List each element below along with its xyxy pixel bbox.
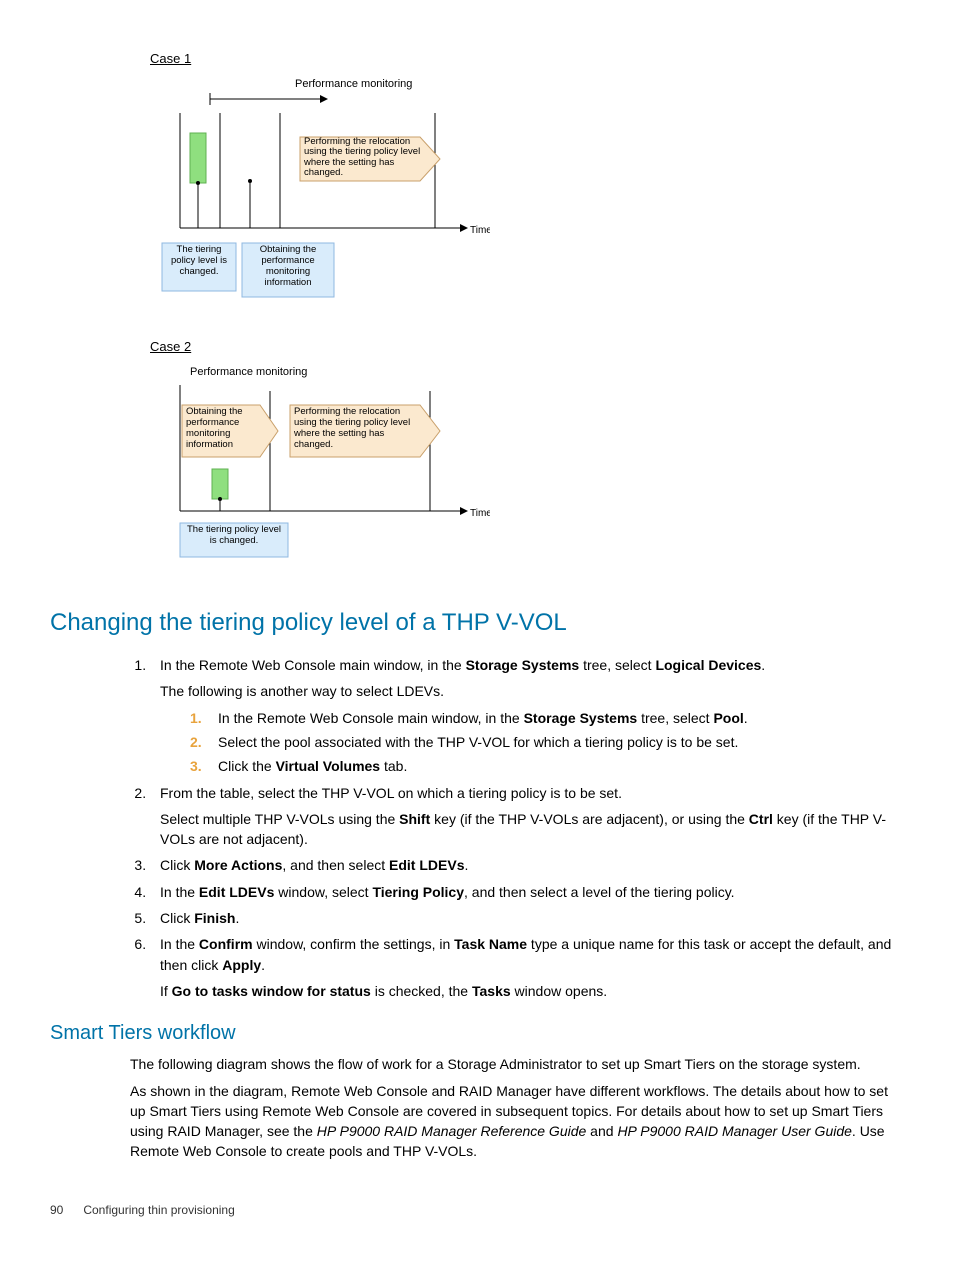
case2-perf-label: Performance monitoring [190,366,307,378]
case1-left-box: The tiering policy level is changed. [165,245,233,278]
case2-label: Case 2 [150,338,904,357]
case1-relocation-box: Performing the relocation using the tier… [304,137,422,179]
substep-1: 1.In the Remote Web Console main window,… [190,708,904,728]
case1-label: Case 1 [150,50,904,69]
step-1: In the Remote Web Console main window, i… [150,655,904,776]
procedure-list: In the Remote Web Console main window, i… [50,655,904,1001]
heading-changing-tiering-policy: Changing the tiering policy level of a T… [50,606,904,641]
case2-relocation-box: Performing the relocation using the tier… [294,407,422,451]
footer-chapter: Configuring thin provisioning [83,1203,234,1217]
step-6: In the Confirm window, confirm the setti… [150,934,904,1001]
page-footer: 90 Configuring thin provisioning [50,1202,904,1219]
diagram-case1: Case 1 Performance monitoring Time Perfo… [150,50,904,318]
step-2: From the table, select the THP V-VOL on … [150,783,904,850]
workflow-p1: The following diagram shows the flow of … [130,1054,904,1074]
case2-svg: Performance monitoring Time Obtaining th… [150,361,490,581]
case1-time-label: Time [470,225,490,236]
step-5: Click Finish. [150,908,904,928]
case1-perf-label: Performance monitoring [295,78,412,90]
step1-note: The following is another way to select L… [160,681,904,701]
substeps: 1.In the Remote Web Console main window,… [160,708,904,777]
case1-mid-box: Obtaining the performance monitoring inf… [245,245,331,289]
diagram-case2: Case 2 Performance monitoring Time Obtai… [150,338,904,586]
workflow-p2: As shown in the diagram, Remote Web Cons… [130,1081,904,1162]
case2-left-box: Obtaining the performance monitoring inf… [186,407,264,451]
page-number: 90 [50,1202,80,1219]
substep-3: 3.Click the Virtual Volumes tab. [190,756,904,776]
case1-svg: Performance monitoring Time Performing t… [150,73,490,313]
heading-smart-tiers-workflow: Smart Tiers workflow [50,1019,904,1048]
step-3: Click More Actions, and then select Edit… [150,855,904,875]
substep-2: 2.Select the pool associated with the TH… [190,732,904,752]
case2-bottom-box: The tiering policy level is changed. [184,525,284,547]
step-4: In the Edit LDEVs window, select Tiering… [150,882,904,902]
case2-time-label: Time [470,508,490,519]
